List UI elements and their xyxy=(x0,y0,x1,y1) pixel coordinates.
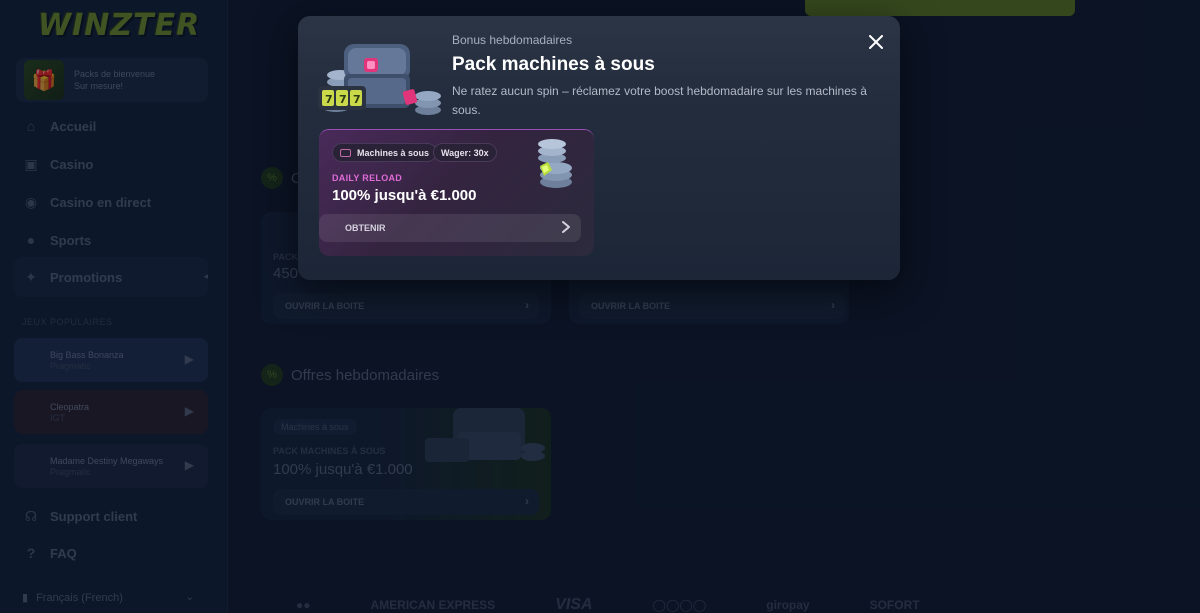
tag-label: Wager: 30x xyxy=(441,147,489,158)
button-label: OBTENIR xyxy=(345,223,386,233)
daily-reload-card: Machines à sous Wager: 30x DAILY RELOAD … xyxy=(319,129,594,256)
obtain-button[interactable]: OBTENIR xyxy=(319,214,581,242)
tag-label: Machines à sous xyxy=(357,147,430,158)
bonus-modal: 7 7 7 Bonus hebdomadaires Pack machines … xyxy=(298,16,900,280)
modal-title: Pack machines à sous xyxy=(452,54,655,75)
coins-illustration xyxy=(538,139,572,188)
svg-text:7: 7 xyxy=(325,93,333,106)
slot-machine-icon xyxy=(340,148,351,157)
modal-subtitle: Bonus hebdomadaires xyxy=(452,33,573,47)
bonus-amount: 100% jusqu'à €1.000 xyxy=(332,187,477,204)
chest-illustration: 7 7 7 xyxy=(318,44,441,115)
close-icon xyxy=(869,35,883,49)
modal-description: Ne ratez aucun spin – réclamez votre boo… xyxy=(452,84,867,117)
bonus-kicker: DAILY RELOAD xyxy=(332,173,403,183)
wager-tag: Wager: 30x xyxy=(433,143,497,162)
chevron-right-icon xyxy=(561,220,571,236)
svg-text:7: 7 xyxy=(339,93,347,106)
svg-text:7: 7 xyxy=(353,93,361,106)
category-tag: Machines à sous xyxy=(332,143,438,162)
close-button[interactable] xyxy=(864,30,888,54)
